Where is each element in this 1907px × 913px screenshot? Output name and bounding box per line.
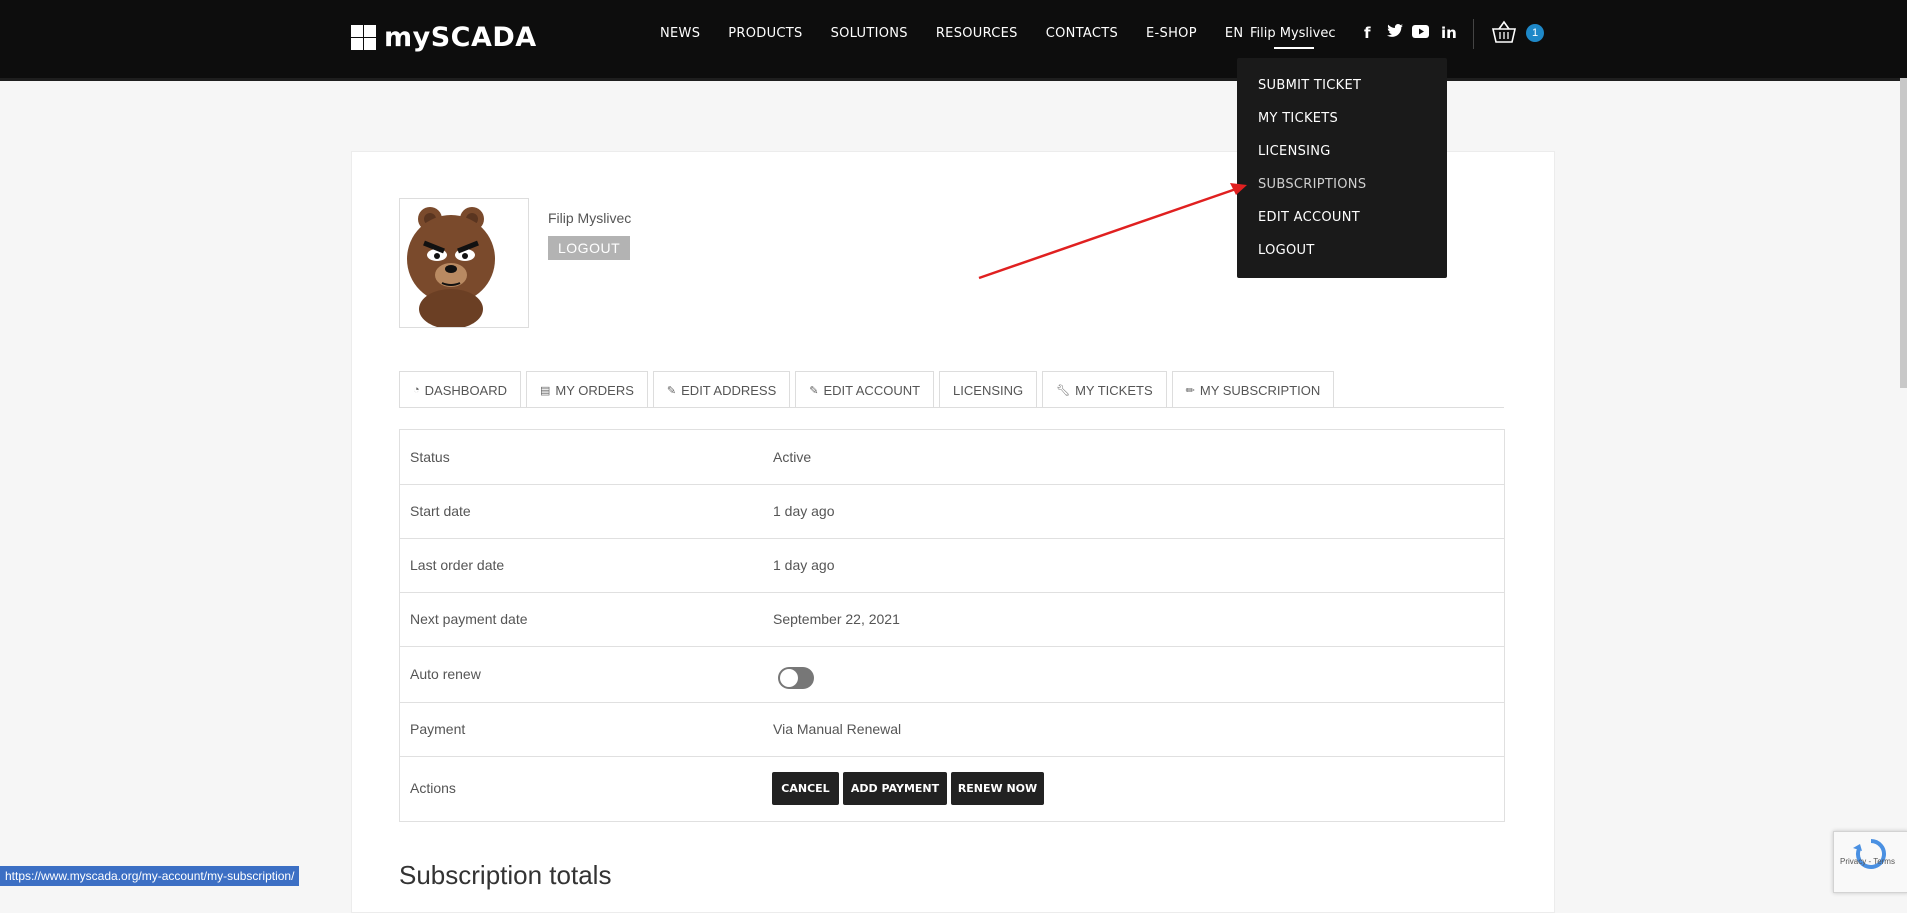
document-icon: ▤ — [540, 384, 551, 397]
logo-text: mySCADA — [384, 22, 537, 53]
menu-item-edit-account[interactable]: EDIT ACCOUNT — [1258, 210, 1360, 225]
subscription-totals-heading: Subscription totals — [399, 860, 612, 890]
cancel-button[interactable]: CANCEL — [772, 772, 839, 805]
tab-label: MY SUBSCRIPTION — [1199, 382, 1321, 398]
tab-label: EDIT ACCOUNT — [823, 382, 921, 398]
logout-button[interactable]: LOGOUT — [548, 236, 631, 260]
tab-label: DASHBOARD — [424, 382, 508, 398]
menu-item-logout[interactable]: LOGOUT — [1258, 243, 1315, 258]
cart-count-badge: 1 — [1526, 24, 1544, 42]
wrench-icon: 🔧︎ — [1056, 384, 1071, 397]
tabs-divider — [399, 407, 1504, 408]
facebook-icon[interactable]: f — [1364, 24, 1371, 42]
row-label: Payment — [410, 721, 466, 737]
logo-mark-icon — [351, 25, 376, 50]
tab-my-subscription[interactable]: ✏︎ MY SUBSCRIPTION — [1171, 371, 1335, 408]
tab-label: LICENSING — [953, 382, 1024, 398]
tab-edit-address[interactable]: ✎ EDIT ADDRESS — [652, 371, 791, 408]
user-dropdown-menu: SUBMIT TICKET MY TICKETS LICENSING SUBSC… — [1237, 58, 1447, 278]
nav-language[interactable]: EN — [1225, 26, 1244, 41]
page-scrollbar[interactable] — [1900, 78, 1907, 388]
row-label: Last order date — [410, 557, 505, 573]
row-value: September 22, 2021 — [773, 611, 900, 627]
account-tabs: ◔ DASHBOARD ▤ MY ORDERS ✎ EDIT ADDRESS ✎ EDI… — [399, 371, 1339, 408]
row-label: Status — [410, 449, 450, 465]
tab-label: EDIT ADDRESS — [681, 382, 777, 398]
tab-dashboard[interactable]: ◔ DASHBOARD — [399, 371, 522, 408]
toggle-knob — [780, 669, 798, 687]
edit-icon: ✎ — [666, 384, 677, 397]
nav-eshop[interactable]: E-SHOP — [1146, 26, 1197, 41]
youtube-icon-svg — [1412, 25, 1429, 38]
basket-icon[interactable] — [1491, 20, 1517, 44]
table-row: Status Active — [400, 430, 1504, 484]
table-row: Start date 1 day ago — [400, 484, 1504, 538]
menu-item-subscriptions[interactable]: SUBSCRIPTIONS — [1258, 177, 1366, 192]
table-row: Payment Via Manual Renewal — [400, 702, 1504, 756]
table-row: Last order date 1 day ago — [400, 538, 1504, 592]
header-divider — [1473, 19, 1474, 49]
renew-now-button[interactable]: RENEW NOW — [951, 772, 1044, 805]
subscription-table: Status Active Start date 1 day ago Last … — [399, 429, 1505, 822]
nav-user-underline — [1274, 47, 1314, 49]
row-value: 1 day ago — [773, 503, 835, 519]
tab-label: MY TICKETS — [1075, 382, 1153, 398]
row-value: 1 day ago — [773, 557, 835, 573]
status-bar-url: https://www.myscada.org/my-account/my-su… — [0, 866, 300, 886]
linkedin-icon[interactable]: in — [1441, 24, 1457, 42]
row-label: Auto renew — [410, 666, 481, 682]
table-row: Next payment date September 22, 2021 — [400, 592, 1504, 646]
bear-avatar-image — [407, 207, 495, 329]
pencil-icon: ✏︎ — [1185, 384, 1195, 397]
nav-news[interactable]: NEWS — [660, 26, 700, 41]
row-value: Active — [773, 449, 812, 465]
nav-solutions[interactable]: SOLUTIONS — [831, 26, 908, 41]
recaptcha-links[interactable]: Privacy - Terms — [1840, 857, 1895, 866]
add-payment-button[interactable]: ADD PAYMENT — [843, 772, 947, 805]
youtube-icon[interactable] — [1412, 24, 1429, 42]
tab-licensing[interactable]: LICENSING — [939, 371, 1038, 408]
menu-item-licensing[interactable]: LICENSING — [1258, 144, 1331, 159]
twitter-icon[interactable] — [1387, 24, 1403, 42]
row-value: Via Manual Renewal — [773, 721, 902, 737]
row-label: Start date — [410, 503, 471, 519]
site-logo[interactable]: mySCADA — [351, 22, 537, 53]
basket-icon-svg — [1491, 20, 1517, 43]
nav-products[interactable]: PRODUCTS — [728, 26, 802, 41]
auto-renew-toggle[interactable] — [778, 667, 814, 689]
tab-label: MY ORDERS — [555, 382, 634, 398]
dashboard-icon: ◔ — [413, 384, 420, 396]
nav-resources[interactable]: RESOURCES — [936, 26, 1018, 41]
tab-edit-account[interactable]: ✎ EDIT ACCOUNT — [795, 371, 935, 408]
tab-my-tickets[interactable]: 🔧︎ MY TICKETS — [1042, 371, 1167, 408]
twitter-icon-svg — [1387, 24, 1403, 37]
row-label: Actions — [410, 780, 456, 796]
tab-my-orders[interactable]: ▤ MY ORDERS — [526, 371, 648, 408]
row-label: Next payment date — [410, 611, 528, 627]
nav-contacts[interactable]: CONTACTS — [1046, 26, 1118, 41]
profile-name: Filip Myslivec — [548, 210, 632, 226]
nav-user-menu[interactable]: Filip Myslivec — [1250, 26, 1336, 41]
main-nav: NEWS PRODUCTS SOLUTIONS RESOURCES CONTAC… — [660, 26, 1271, 41]
edit-icon: ✎ — [809, 384, 819, 397]
avatar — [399, 198, 529, 329]
table-row: Auto renew — [400, 646, 1504, 702]
menu-item-my-tickets[interactable]: MY TICKETS — [1258, 111, 1338, 126]
menu-item-submit-ticket[interactable]: SUBMIT TICKET — [1258, 78, 1361, 93]
